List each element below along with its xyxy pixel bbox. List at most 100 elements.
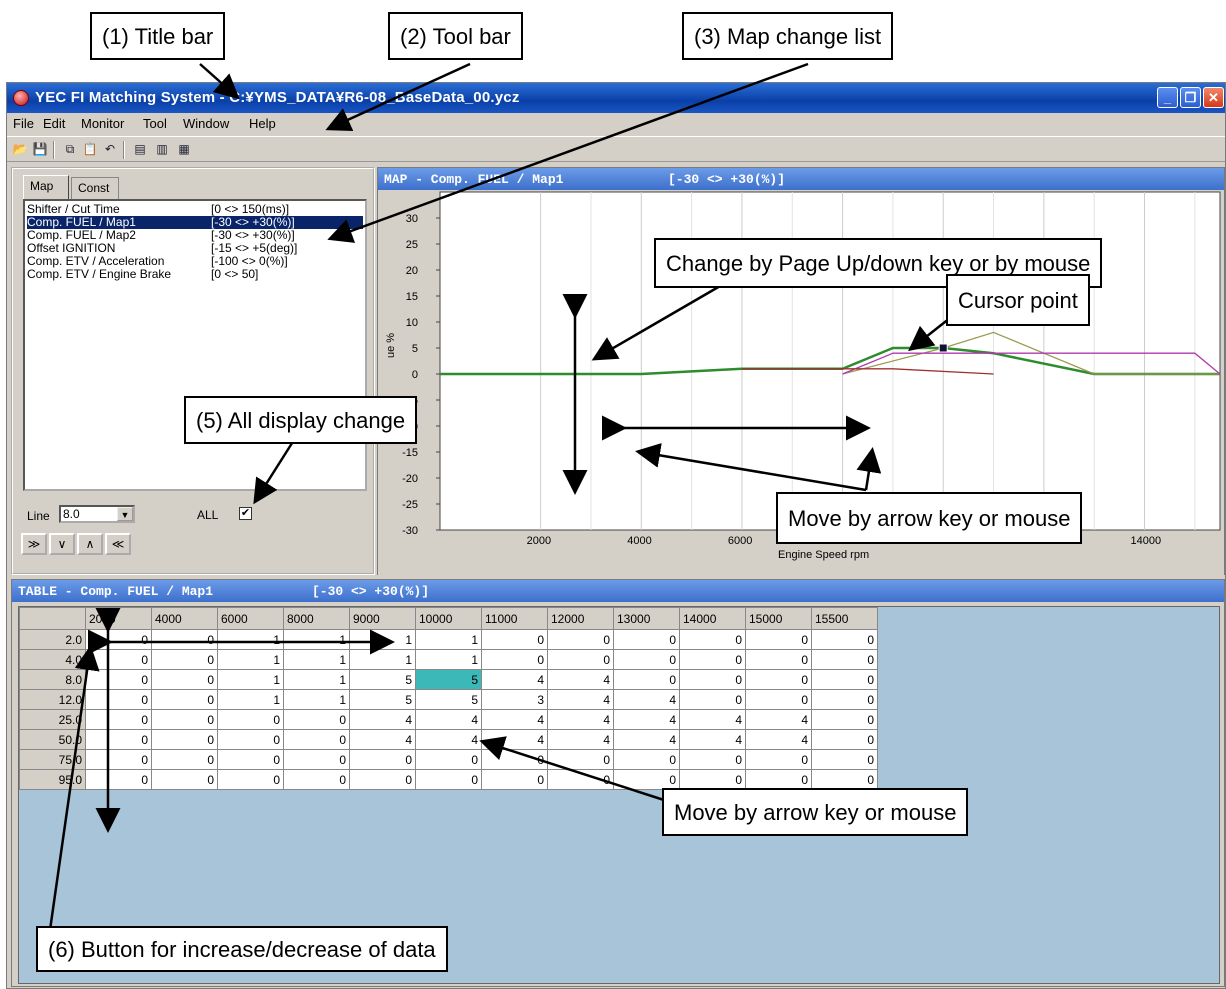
menu-file[interactable]: File [13, 116, 34, 131]
table-cell[interactable]: 0 [85, 769, 152, 790]
ecu-write-icon[interactable]: ▥ [153, 141, 171, 158]
table-cell[interactable]: 4 [349, 709, 416, 730]
table-cell[interactable]: 0 [217, 709, 284, 730]
menu-tool[interactable]: Tool [143, 116, 167, 131]
menu-help[interactable]: Help [249, 116, 276, 131]
table-cell[interactable]: 0 [547, 749, 614, 770]
table-cell[interactable]: 0 [217, 749, 284, 770]
table-cell[interactable]: 0 [85, 629, 152, 650]
map-change-list[interactable]: Shifter / Cut Time [0 <> 150(ms)] Comp. F… [23, 199, 367, 491]
undo-icon[interactable]: ↶ [101, 141, 119, 158]
increase-button[interactable]: ∧ [77, 533, 103, 555]
paste-icon[interactable]: 📋 [81, 141, 99, 158]
table-cell[interactable]: 5 [415, 689, 482, 710]
table-cell[interactable]: 1 [217, 669, 284, 690]
table-cell[interactable]: 4 [481, 709, 548, 730]
table-cell[interactable]: 0 [811, 729, 878, 750]
table-cell[interactable]: 1 [415, 629, 482, 650]
table-cell[interactable]: 0 [745, 769, 812, 790]
table-cell[interactable]: 0 [85, 669, 152, 690]
ecu-read-icon[interactable]: ▤ [131, 141, 149, 158]
table-cell[interactable]: 0 [547, 649, 614, 670]
decrease-button[interactable]: ∨ [49, 533, 75, 555]
menu-window[interactable]: Window [183, 116, 229, 131]
minimize-button[interactable]: _ [1157, 87, 1178, 108]
table-cell[interactable]: 0 [217, 729, 284, 750]
table-cell[interactable]: 0 [85, 749, 152, 770]
copy-icon[interactable]: ⧉ [61, 141, 79, 158]
table-cell[interactable]: 0 [679, 669, 746, 690]
table-cell[interactable]: 0 [85, 709, 152, 730]
row-header[interactable]: 75.0 [19, 749, 86, 770]
table-cell[interactable]: 0 [679, 749, 746, 770]
table-cell[interactable]: 0 [745, 689, 812, 710]
table-cell[interactable]: 0 [85, 689, 152, 710]
row-header[interactable]: 4.0 [19, 649, 86, 670]
table-cell[interactable]: 0 [547, 769, 614, 790]
tab-const[interactable]: Const [71, 177, 119, 199]
table-cell[interactable]: 0 [547, 629, 614, 650]
column-header[interactable]: 8000 [283, 607, 350, 630]
table-cell[interactable]: 0 [481, 749, 548, 770]
table-cell[interactable]: 0 [151, 629, 218, 650]
table-cell[interactable]: 0 [745, 749, 812, 770]
table-cell[interactable]: 1 [283, 649, 350, 670]
table-cell-selected[interactable]: 5 [415, 669, 482, 690]
table-cell[interactable]: 0 [745, 649, 812, 670]
table-cell[interactable]: 0 [679, 649, 746, 670]
table-cell[interactable]: 1 [349, 649, 416, 670]
table-cell[interactable]: 0 [679, 629, 746, 650]
table-cell[interactable]: 1 [217, 629, 284, 650]
row-header[interactable]: 8.0 [19, 669, 86, 690]
table-cell[interactable]: 0 [811, 709, 878, 730]
table-cell[interactable]: 0 [679, 769, 746, 790]
row-header[interactable]: 50.0 [19, 729, 86, 750]
save-icon[interactable]: 💾 [31, 141, 49, 158]
table-cell[interactable]: 0 [283, 749, 350, 770]
increase-large-button[interactable]: ≪ [105, 533, 131, 555]
table-cell[interactable]: 4 [745, 709, 812, 730]
open-icon[interactable]: 📂 [11, 141, 29, 158]
list-item[interactable]: Comp. ETV / Engine Brake [0 <> 50] [27, 268, 363, 281]
table-cell[interactable]: 0 [811, 649, 878, 670]
table-cell[interactable]: 4 [613, 689, 680, 710]
table-cell[interactable]: 1 [349, 629, 416, 650]
table-cell[interactable]: 0 [811, 629, 878, 650]
column-header[interactable]: 13000 [613, 607, 680, 630]
table-cell[interactable]: 5 [349, 669, 416, 690]
column-header[interactable]: 9000 [349, 607, 416, 630]
table-cell[interactable]: 0 [151, 749, 218, 770]
table-cell[interactable]: 0 [481, 649, 548, 670]
table-cell[interactable]: 1 [283, 629, 350, 650]
column-header[interactable]: 4000 [151, 607, 218, 630]
table-cell[interactable]: 0 [85, 649, 152, 670]
row-header[interactable]: 95.0 [19, 769, 86, 790]
row-header[interactable]: 12.0 [19, 689, 86, 710]
tab-map[interactable]: Map [23, 175, 69, 199]
column-header[interactable]: 11000 [481, 607, 548, 630]
line-select[interactable]: 8.0 ▼ [59, 505, 135, 523]
column-header[interactable]: 12000 [547, 607, 614, 630]
table-cell[interactable]: 1 [217, 649, 284, 670]
chevron-down-icon[interactable]: ▼ [117, 507, 133, 521]
table-cell[interactable]: 4 [349, 729, 416, 750]
table-cell[interactable]: 1 [415, 649, 482, 670]
table-cell[interactable]: 4 [415, 709, 482, 730]
table-cell[interactable]: 4 [745, 729, 812, 750]
table-cell[interactable]: 0 [613, 669, 680, 690]
table-cell[interactable]: 0 [349, 749, 416, 770]
column-header[interactable]: 6000 [217, 607, 284, 630]
column-header[interactable]: 15000 [745, 607, 812, 630]
table-cell[interactable]: 0 [151, 649, 218, 670]
all-display-checkbox[interactable]: ✔ [239, 507, 252, 520]
table-cell[interactable]: 0 [481, 769, 548, 790]
table-cell[interactable]: 0 [679, 689, 746, 710]
table-cell[interactable]: 4 [679, 709, 746, 730]
table-cell[interactable]: 1 [283, 689, 350, 710]
close-button[interactable]: ✕ [1203, 87, 1224, 108]
table-cell[interactable]: 0 [811, 689, 878, 710]
row-header[interactable]: 2.0 [19, 629, 86, 650]
table-cell[interactable]: 4 [613, 729, 680, 750]
table-cell[interactable]: 4 [481, 729, 548, 750]
menu-monitor[interactable]: Monitor [81, 116, 124, 131]
